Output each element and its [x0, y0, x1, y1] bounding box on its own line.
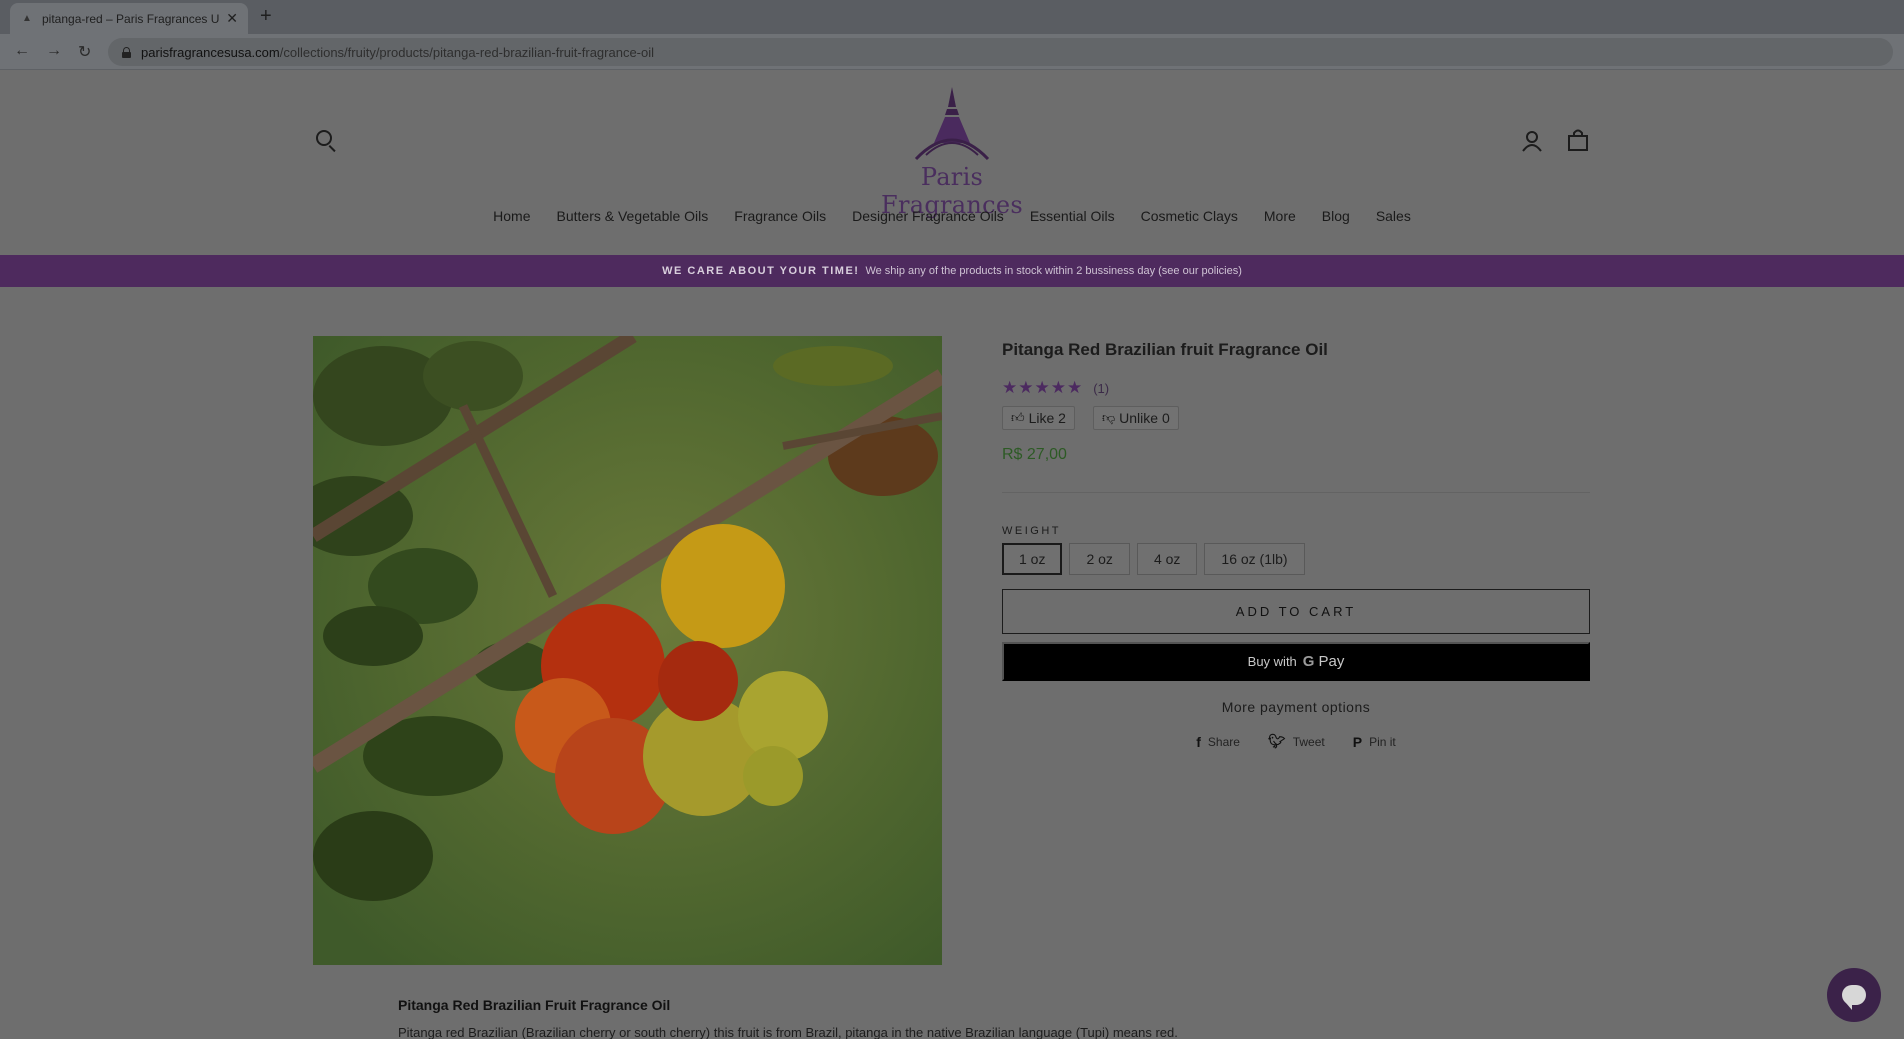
twitter-icon: 🐦︎ [1267, 733, 1286, 749]
pinterest-icon: P [1352, 733, 1363, 750]
favicon-icon: ▲ [22, 13, 32, 24]
url-text: parisfragrancesusa.com/collections/fruit… [141, 44, 655, 60]
gpay-pay-text: Pay [1318, 653, 1345, 670]
product-title: Pitanga Red Brazilian fruit Fragrance Oi… [1002, 340, 1328, 359]
lock-icon [122, 46, 131, 58]
share-label: Share [1207, 734, 1240, 749]
more-payment-options-link[interactable]: More payment options [1002, 699, 1590, 715]
browser-tabbar: ▲ pitanga-red – Paris Fragrances U ✕ + [0, 0, 1904, 34]
thumbs-up-icon: 👍︎ [1011, 410, 1025, 425]
nav-blog[interactable]: Blog [1309, 208, 1363, 224]
main-nav: Home Butters & Vegetable Oils Fragrance … [0, 208, 1904, 224]
announcement-bar[interactable]: WE CARE ABOUT YOUR TIME! We ship any of … [0, 255, 1904, 287]
description-title: Pitanga Red Brazilian Fruit Fragrance Oi… [398, 997, 671, 1013]
description-text: Pitanga red Brazilian (Brazilian cherry … [398, 1025, 1178, 1039]
site-header: Paris Fragrances Home Butters & Vegetabl… [0, 70, 1904, 255]
pitanga-fruit-image [313, 336, 942, 965]
divider [1002, 492, 1590, 493]
rating[interactable]: ★★★★★ (1) [1002, 378, 1590, 398]
nav-sales[interactable]: Sales [1363, 208, 1424, 224]
thumbs-down-icon: 👎︎ [1101, 410, 1116, 425]
new-tab-icon[interactable]: + [260, 5, 272, 28]
account-icon[interactable] [1521, 130, 1543, 152]
add-to-cart-button[interactable]: ADD TO CART [1002, 589, 1590, 634]
share-facebook-link[interactable]: f Share [1196, 733, 1240, 750]
close-tab-icon[interactable]: ✕ [226, 10, 238, 27]
variant-1oz[interactable]: 1 oz [1002, 543, 1063, 575]
search-icon[interactable] [316, 130, 338, 153]
nav-home[interactable]: Home [480, 208, 543, 224]
social-share: f Share 🐦︎ Tweet P Pin it [1002, 733, 1590, 750]
browser-tab[interactable]: ▲ pitanga-red – Paris Fragrances U ✕ [10, 3, 248, 34]
star-rating: ★★★★★ [1002, 378, 1084, 397]
share-pinterest-link[interactable]: P Pin it [1353, 733, 1396, 750]
page: Paris Fragrances Home Butters & Vegetabl… [0, 70, 1904, 1039]
product-info: Pitanga Red Brazilian fruit Fragrance Oi… [1002, 336, 1590, 750]
weight-options: 1 oz 2 oz 4 oz 16 oz (1lb) [1002, 543, 1590, 575]
nav-essential-oils[interactable]: Essential Oils [1017, 208, 1128, 224]
reload-icon[interactable]: ↻ [78, 42, 91, 62]
unlike-label: Unlike 0 [1119, 410, 1170, 426]
nav-butters-vegetable-oils[interactable]: Butters & Vegetable Oils [544, 208, 722, 224]
nav-more[interactable]: More [1251, 208, 1309, 224]
variant-16oz[interactable]: 16 oz (1lb) [1204, 543, 1305, 575]
gpay-buy-with: Buy with [1247, 654, 1297, 669]
eiffel-tower-icon [914, 87, 990, 161]
forward-icon[interactable]: → [46, 42, 62, 60]
like-label: Like 2 [1028, 410, 1066, 426]
chat-bubble-icon [1842, 985, 1866, 1010]
like-button[interactable]: 👍︎ Like 2 [1002, 406, 1075, 430]
pin-label: Pin it [1369, 734, 1396, 749]
announcement-text: We ship any of the products in stock wit… [865, 265, 1242, 277]
announcement-bold: WE CARE ABOUT YOUR TIME! [662, 265, 860, 277]
tab-title: pitanga-red – Paris Fragrances U [42, 11, 220, 26]
chat-button[interactable] [1827, 968, 1881, 1022]
nav-fragrance-oils[interactable]: Fragrance Oils [721, 208, 839, 224]
google-g-icon: G [1302, 653, 1315, 670]
browser-toolbar: ← → ↻ parisfragrancesusa.com/collections… [0, 34, 1904, 70]
vote-row: 👍︎ Like 2 👎︎ Unlike 0 [1002, 406, 1590, 430]
product-image[interactable] [313, 336, 942, 965]
variant-2oz[interactable]: 2 oz [1069, 543, 1130, 575]
google-pay-button[interactable]: Buy with G Pay [1002, 642, 1590, 681]
nav-designer-fragrance-oils[interactable]: Designer Fragrance Oils [839, 208, 1017, 224]
share-twitter-link[interactable]: 🐦︎ Tweet [1268, 733, 1325, 750]
logo[interactable]: Paris Fragrances [856, 85, 1048, 219]
address-bar[interactable]: parisfragrancesusa.com/collections/fruit… [108, 38, 1893, 66]
cart-icon[interactable] [1567, 128, 1589, 152]
unlike-button[interactable]: 👎︎ Unlike 0 [1092, 406, 1179, 430]
weight-label: WEIGHT [1002, 525, 1061, 537]
nav-cosmetic-clays[interactable]: Cosmetic Clays [1128, 208, 1251, 224]
tweet-label: Tweet [1292, 734, 1325, 749]
back-icon[interactable]: ← [14, 42, 30, 60]
rating-count: (1) [1093, 380, 1110, 396]
product-price: R$ 27,00 [1002, 446, 1067, 463]
variant-4oz[interactable]: 4 oz [1136, 543, 1198, 575]
facebook-icon: f [1196, 733, 1201, 750]
